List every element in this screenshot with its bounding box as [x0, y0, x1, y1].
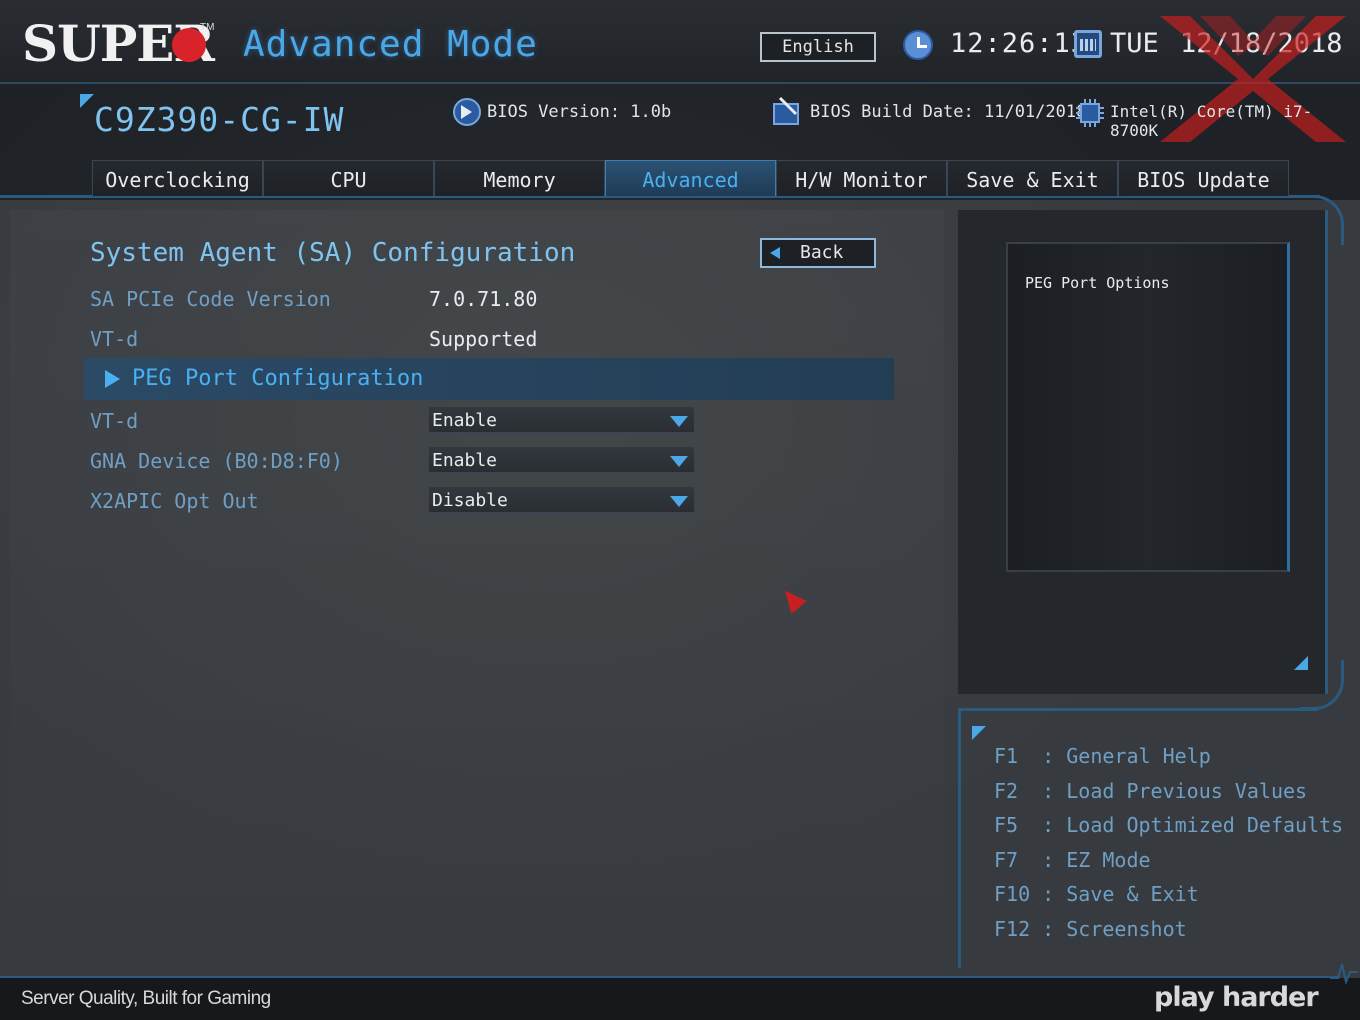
footer-slogan: Server Quality, Built for Gaming [21, 988, 271, 1009]
hotkey-f1: F1 : General Help [994, 744, 1211, 768]
gna-device-dropdown[interactable]: Enable [429, 447, 694, 474]
language-button[interactable]: English [760, 32, 876, 62]
back-button[interactable]: Back [760, 238, 876, 268]
vtd-setting-label: VT-d [90, 409, 139, 433]
play-harder-logo: play harder [1154, 982, 1319, 1013]
sa-pcie-code-version-label: SA PCIe Code Version [90, 287, 331, 311]
bios-build-date-icon [773, 96, 799, 125]
hotkey-f5: F5 : Load Optimized Defaults [994, 813, 1344, 837]
clock-icon [903, 30, 933, 60]
cpu-chip-icon [1076, 99, 1104, 127]
tab-cpu[interactable]: CPU [263, 160, 434, 196]
tab-save-exit[interactable]: Save & Exit [947, 160, 1118, 196]
peg-port-configuration-label[interactable]: PEG Port Configuration [132, 366, 423, 391]
board-model: C9Z390-CG-IW [94, 100, 345, 139]
corner-accent [972, 726, 986, 740]
tab-advanced[interactable]: Advanced [605, 160, 776, 196]
vtd-dropdown[interactable]: Enable [429, 407, 694, 434]
bios-build-date: BIOS Build Date: 11/01/2018 [810, 102, 1087, 122]
hotkey-f7: F7 : EZ Mode [994, 848, 1151, 872]
x2apic-opt-out-dropdown-value: Disable [432, 490, 508, 511]
mode-title: Advanced Mode [243, 24, 538, 65]
chevron-down-icon [670, 496, 688, 507]
bios-version-icon [453, 98, 481, 126]
x2apic-opt-out-label: X2APIC Opt Out [90, 489, 259, 513]
submenu-arrow-icon [105, 370, 120, 388]
logo-red-dot [172, 28, 206, 62]
sa-pcie-code-version-value: 7.0.71.80 [429, 287, 538, 311]
main-panel [10, 210, 944, 980]
page-title: System Agent (SA) Configuration [90, 238, 576, 268]
calendar-icon [1074, 30, 1102, 58]
pulse-line-icon [1330, 963, 1358, 984]
back-arrow-icon [770, 247, 780, 259]
hotkey-f12: F12 : Screenshot [994, 917, 1187, 941]
bios-version: BIOS Version: 1.0b [487, 102, 672, 122]
tab-bios-update[interactable]: BIOS Update [1118, 160, 1289, 196]
tab-memory[interactable]: Memory [434, 160, 605, 196]
chevron-down-icon [670, 456, 688, 467]
cpu-model: Intel(R) Core(TM) i7-8700K [1110, 102, 1313, 140]
corner-accent [80, 94, 94, 108]
main-tabs: Overclocking CPU Memory Advanced H/W Mon… [92, 160, 1289, 196]
tab-overclocking[interactable]: Overclocking [92, 160, 263, 196]
trademark: TM [200, 22, 215, 33]
system-day: TUE [1110, 28, 1159, 59]
vtd-support-label: VT-d [90, 327, 139, 351]
vtd-dropdown-value: Enable [432, 410, 498, 431]
back-button-label: Back [800, 242, 844, 263]
x2apic-opt-out-dropdown[interactable]: Disable [429, 487, 694, 514]
vtd-support-value: Supported [429, 327, 538, 351]
chevron-down-icon [670, 416, 688, 427]
help-text: PEG Port Options [1025, 274, 1170, 292]
hotkey-f10: F10 : Save & Exit [994, 882, 1199, 906]
hotkey-f2: F2 : Load Previous Values [994, 779, 1308, 803]
tab-hw-monitor[interactable]: H/W Monitor [776, 160, 947, 196]
gna-device-dropdown-value: Enable [432, 450, 498, 471]
system-time[interactable]: 12:26:13 [950, 28, 1088, 59]
gna-device-label: GNA Device (B0:D8:F0) [90, 449, 343, 473]
